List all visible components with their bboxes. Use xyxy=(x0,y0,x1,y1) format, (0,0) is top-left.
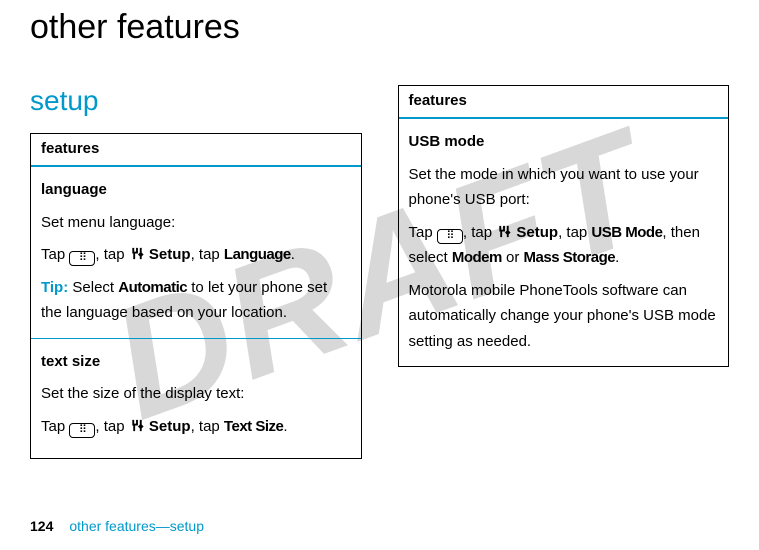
feature-desc-language: Set menu language: xyxy=(41,210,351,236)
path-textsize-label: Text Size xyxy=(224,418,283,435)
path-text: , tap xyxy=(95,418,128,435)
menu-button-icon xyxy=(69,423,95,438)
feature-desc-textsize: Set the size of the display text: xyxy=(41,381,351,407)
page-number: 124 xyxy=(30,518,53,534)
left-column: setup features language Set menu languag… xyxy=(30,85,362,459)
feature-title-usb: USB mode xyxy=(409,129,719,155)
path-text: or xyxy=(502,249,524,266)
path-setup-label: Setup xyxy=(145,246,191,263)
path-text: Tap xyxy=(409,224,437,241)
columns-container: setup features language Set menu languag… xyxy=(30,85,729,459)
menu-button-icon xyxy=(437,229,463,244)
page-content: other features setup features language S… xyxy=(0,0,759,459)
tip-text: Select xyxy=(68,279,118,296)
path-text: , tap xyxy=(463,224,496,241)
feature-tip: Tip: Select Automatic to let your phone … xyxy=(41,275,351,326)
page-footer: 124 other features—setup xyxy=(30,518,204,534)
feature-header-left: features xyxy=(31,134,361,167)
path-text: , tap xyxy=(191,418,224,435)
feature-row-language: language Set menu language: Tap , tap Se… xyxy=(31,167,361,339)
right-column: features USB mode Set the mode in which … xyxy=(398,85,730,459)
path-usbmode-label: USB Mode xyxy=(591,224,662,241)
feature-title-textsize: text size xyxy=(41,349,351,375)
feature-note-usb: Motorola mobile PhoneTools software can … xyxy=(409,278,719,355)
feature-path-usb: Tap , tap Setup, tap USB Mode, then sele… xyxy=(409,220,719,271)
path-period: . xyxy=(283,418,287,435)
feature-path-language: Tap , tap Setup, tap Language. xyxy=(41,242,351,268)
feature-box-right: features USB mode Set the mode in which … xyxy=(398,85,730,367)
path-text: , tap xyxy=(558,224,591,241)
page-title: other features xyxy=(30,8,729,47)
tip-automatic-label: Automatic xyxy=(118,279,187,296)
feature-row-textsize: text size Set the size of the display te… xyxy=(31,339,361,459)
section-heading: setup xyxy=(30,85,362,117)
tip-label: Tip: xyxy=(41,279,68,296)
path-text: , tap xyxy=(191,246,224,263)
footer-breadcrumb: other features—setup xyxy=(69,518,204,534)
path-language-label: Language xyxy=(224,246,291,263)
path-text: , tap xyxy=(95,246,128,263)
path-massstorage-label: Mass Storage xyxy=(524,249,616,266)
path-period: . xyxy=(291,246,295,263)
feature-desc-usb: Set the mode in which you want to use yo… xyxy=(409,162,719,213)
feature-path-textsize: Tap , tap Setup, tap Text Size. xyxy=(41,414,351,440)
feature-title-language: language xyxy=(41,177,351,203)
path-setup-label: Setup xyxy=(145,418,191,435)
feature-row-usb: USB mode Set the mode in which you want … xyxy=(399,119,729,366)
path-setup-label: Setup xyxy=(512,224,558,241)
setup-tools-icon xyxy=(496,222,512,237)
path-modem-label: Modem xyxy=(452,249,502,266)
path-text: Tap xyxy=(41,246,69,263)
menu-button-icon xyxy=(69,251,95,266)
path-period: . xyxy=(615,249,619,266)
setup-tools-icon xyxy=(129,244,145,259)
path-text: Tap xyxy=(41,418,69,435)
setup-tools-icon xyxy=(129,416,145,431)
feature-box-left: features language Set menu language: Tap… xyxy=(30,133,362,459)
feature-header-right: features xyxy=(399,86,729,119)
